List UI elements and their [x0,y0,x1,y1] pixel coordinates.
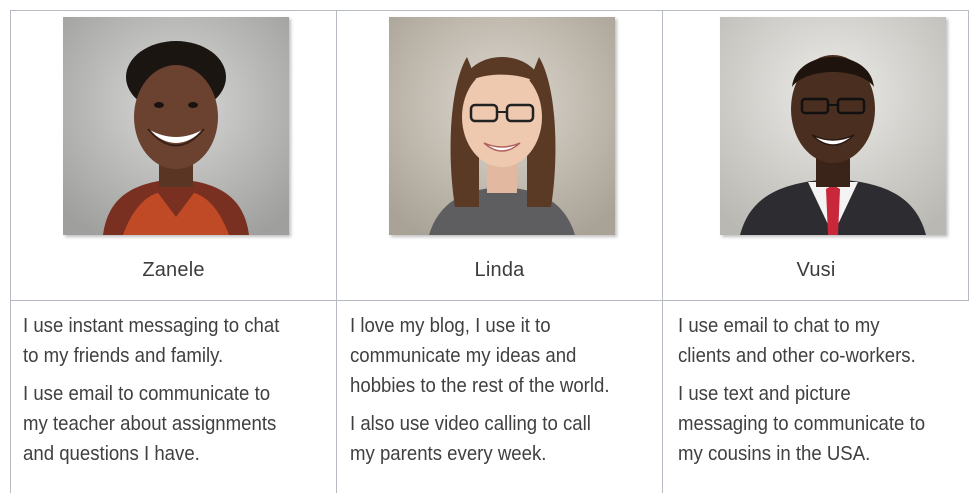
person-name: Vusi [796,259,836,281]
person-quote-line: clients and other co-workers. [678,345,916,367]
person-quote-line: my teacher about assignments [23,413,277,435]
table-right-border [968,10,969,300]
portrait-woman-glasses-icon [389,17,615,235]
person-quote-line: I love my blog, I use it to [350,315,551,337]
person-quote-line: I also use video calling to call [350,413,591,435]
table-column-divider [662,10,663,493]
person-quote-line: I use instant messaging to chat [23,315,280,337]
portrait-man-suit-glasses-icon [720,17,946,235]
person-quote-line: I use email to chat to my [678,315,880,337]
person-name: Zanele [142,259,205,281]
person-quote-line: I use email to communicate to [23,383,271,405]
table-left-border [10,10,11,493]
person-quote-line: my parents every week. [350,443,547,465]
person-name: Linda [474,259,525,281]
people-table: Zanele I use instant messaging to chat t… [0,0,979,493]
person-quote-line: my cousins in the USA. [678,443,871,465]
portrait-woman-short-curly-hair-icon [63,17,289,235]
person-quote-line: and questions I have. [23,443,200,465]
person-quote-line: to my friends and family. [23,345,224,367]
person-quote-line: hobbies to the rest of the world. [350,375,610,397]
person-quote-line: messaging to communicate to [678,413,926,435]
table-row-divider [10,300,969,301]
table-top-border [10,10,969,11]
table-column-divider [336,10,337,493]
person-quote-line: communicate my ideas and [350,345,577,367]
person-quote-line: I use text and picture [678,383,851,405]
